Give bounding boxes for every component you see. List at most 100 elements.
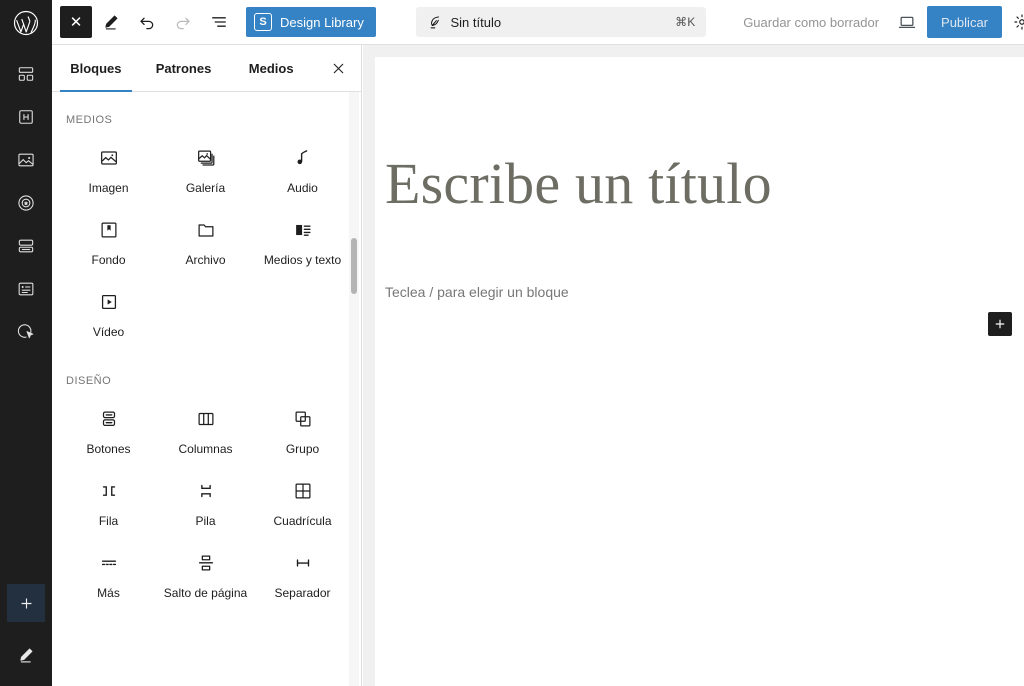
rail-add-button[interactable] <box>7 584 45 622</box>
block-pila[interactable]: Pila <box>157 469 254 541</box>
block-label: Separador <box>274 585 330 601</box>
block-medios-y-texto[interactable]: Medios y texto <box>254 208 351 280</box>
more-icon <box>97 551 121 575</box>
block-mas[interactable]: Más <box>60 541 157 613</box>
tab-patrones[interactable]: Patrones <box>140 45 228 91</box>
cover-bookmark-icon <box>97 218 121 242</box>
block-imagen[interactable]: Imagen <box>60 136 157 208</box>
block-audio[interactable]: Audio <box>254 136 351 208</box>
rail-edit-button[interactable] <box>7 638 45 672</box>
section-title-medios: MEDIOS <box>52 92 359 136</box>
block-cuadricula[interactable]: Cuadrícula <box>254 469 351 541</box>
settings-gear-icon[interactable] <box>1006 6 1024 38</box>
block-fila[interactable]: Fila <box>60 469 157 541</box>
wordpress-logo-icon[interactable] <box>0 0 52 45</box>
design-library-label: Design Library <box>280 15 364 30</box>
rail-item-heading[interactable] <box>8 101 44 133</box>
rail-item-rows[interactable] <box>8 230 44 262</box>
grid-icon <box>291 479 315 503</box>
block-label: Imagen <box>88 180 128 196</box>
block-fondo[interactable]: Fondo <box>60 208 157 280</box>
block-grid-diseno: Botones Columnas <box>52 397 359 614</box>
columns-icon <box>194 407 218 431</box>
tab-bloques-label: Bloques <box>70 61 121 76</box>
block-label: Columnas <box>178 441 232 457</box>
editor-canvas[interactable]: Escribe un título Teclea / para elegir u… <box>375 57 1024 686</box>
close-icon[interactable] <box>315 45 361 91</box>
tab-bloques[interactable]: Bloques <box>52 45 140 91</box>
inline-block-inserter-button[interactable] <box>988 312 1012 336</box>
file-folder-icon <box>194 218 218 242</box>
block-inserter-panel: Bloques Patrones Medios MEDIOS <box>52 45 362 686</box>
editor-app: ✕ <box>0 0 1024 686</box>
tab-medios-label: Medios <box>249 61 294 76</box>
laptop-preview-icon[interactable] <box>891 6 923 38</box>
inserter-scrollbar[interactable] <box>349 92 359 686</box>
section-title-diseno: DISEÑO <box>52 353 359 397</box>
tab-patrones-label: Patrones <box>156 61 212 76</box>
separator-icon <box>291 551 315 575</box>
block-label: Salto de página <box>164 585 247 601</box>
save-draft-button[interactable]: Guardar como borrador <box>735 15 887 30</box>
block-label: Galería <box>186 180 225 196</box>
rail-icon-list <box>8 45 44 348</box>
close-icon[interactable]: ✕ <box>60 6 92 38</box>
block-label: Archivo <box>185 252 225 268</box>
row-icon <box>97 479 121 503</box>
inserter-scrollbar-thumb[interactable] <box>351 238 357 294</box>
tab-medios[interactable]: Medios <box>227 45 315 91</box>
block-label: Botones <box>86 441 130 457</box>
admin-rail <box>0 0 52 686</box>
gallery-icon <box>194 146 218 170</box>
block-label: Pila <box>195 513 215 529</box>
post-title-placeholder[interactable]: Escribe un título <box>375 57 1024 216</box>
block-label: Medios y texto <box>264 252 341 268</box>
group-icon <box>291 407 315 431</box>
inserter-tabs: Bloques Patrones Medios <box>52 45 361 92</box>
block-label: Grupo <box>286 441 319 457</box>
design-library-button[interactable]: S Design Library <box>246 7 376 37</box>
block-columnas[interactable]: Columnas <box>157 397 254 469</box>
command-bar[interactable]: Sin título ⌘K <box>416 7 706 37</box>
inserter-block-list[interactable]: MEDIOS Imagen <box>52 92 361 686</box>
editor-canvas-wrapper: Escribe un título Teclea / para elegir u… <box>363 45 1024 686</box>
design-library-badge-icon: S <box>254 13 272 31</box>
list-view-icon[interactable] <box>202 5 236 39</box>
rail-item-image[interactable] <box>8 144 44 176</box>
block-label: Audio <box>287 180 318 196</box>
command-shortcut: ⌘K <box>675 15 695 29</box>
block-label: Cuadrícula <box>273 513 331 529</box>
audio-note-icon <box>291 146 315 170</box>
media-text-icon <box>291 218 315 242</box>
stack-icon <box>194 479 218 503</box>
block-archivo[interactable]: Archivo <box>157 208 254 280</box>
publish-button[interactable]: Publicar <box>927 6 1002 38</box>
redo-arrow-icon[interactable] <box>166 5 200 39</box>
block-galeria[interactable]: Galería <box>157 136 254 208</box>
block-label: Más <box>97 585 120 601</box>
pencil-icon[interactable] <box>94 5 128 39</box>
header-right-tools: Guardar como borrador Publicar <box>735 6 1024 38</box>
rail-item-overview[interactable] <box>8 58 44 90</box>
feather-quill-icon <box>426 14 443 31</box>
block-botones[interactable]: Botones <box>60 397 157 469</box>
block-separador[interactable]: Separador <box>254 541 351 613</box>
undo-arrow-icon[interactable] <box>130 5 164 39</box>
rail-item-media-text[interactable] <box>8 273 44 305</box>
post-title-value: Sin título <box>451 15 668 30</box>
block-label: Fondo <box>91 252 125 268</box>
block-label: Fila <box>99 513 118 529</box>
page-break-icon <box>194 551 218 575</box>
buttons-icon <box>97 407 121 431</box>
block-label: Vídeo <box>93 324 124 340</box>
block-salto-de-pagina[interactable]: Salto de página <box>157 541 254 613</box>
header-center: Sin título ⌘K <box>376 7 735 37</box>
rail-item-select[interactable] <box>8 316 44 348</box>
block-video[interactable]: Vídeo <box>60 280 157 352</box>
video-play-icon <box>97 290 121 314</box>
rail-item-badge[interactable] <box>8 187 44 219</box>
image-icon <box>97 146 121 170</box>
default-block-placeholder[interactable]: Teclea / para elegir un bloque <box>375 216 1024 300</box>
block-grupo[interactable]: Grupo <box>254 397 351 469</box>
editor-header: ✕ <box>52 0 1024 45</box>
